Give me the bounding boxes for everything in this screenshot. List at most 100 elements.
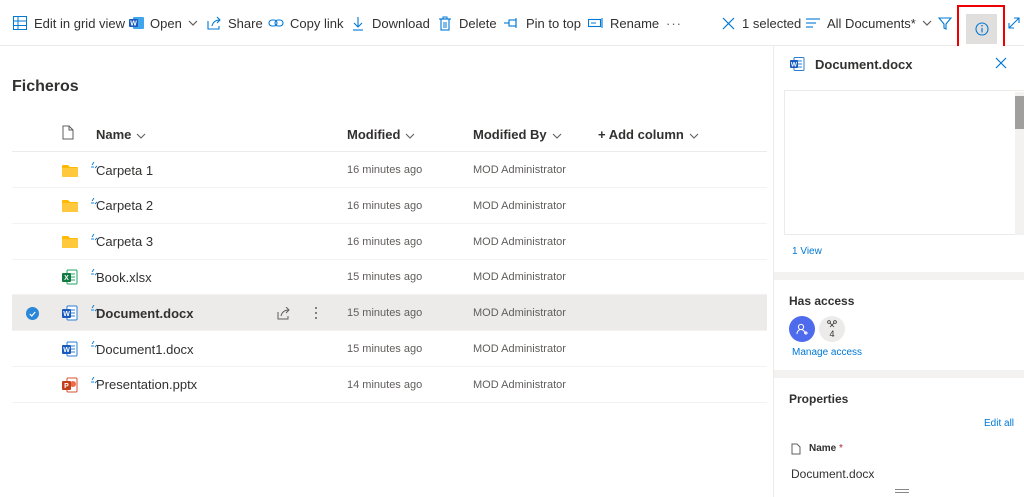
delete-button[interactable]: Delete [437,0,497,46]
table-row[interactable]: X Book.xlsx 15 minutes ago MOD Administrato… [12,259,767,296]
filter-button[interactable] [937,0,953,46]
file-name[interactable]: Document1.docx [96,331,194,367]
chevron-down-icon [552,127,562,142]
view-name: All Documents* [827,15,916,31]
share-icon [206,15,222,31]
edit-all-link[interactable]: Edit all [984,418,1014,429]
modified-by: MOD Administrator [473,235,566,248]
file-name[interactable]: Presentation.pptx [96,367,197,403]
link-icon [268,15,284,31]
table-row[interactable]: P Presentation.pptx 14 minutes ago MOD Admi… [12,367,767,403]
edit-in-grid-view-button[interactable]: Edit in grid view [12,0,125,46]
folder-icon [62,188,78,224]
expand-button[interactable] [1006,0,1022,46]
file-type-column-header[interactable] [62,116,74,152]
file-name[interactable]: Document.docx [96,295,194,331]
section-divider [774,272,1024,280]
open-button[interactable]: W Open [128,0,198,46]
properties-title: Properties [789,392,849,406]
shared-link-avatar[interactable]: 4 [819,316,845,342]
file-name[interactable]: Carpeta 3 [96,224,153,260]
copy-link-button[interactable]: Copy link [268,0,343,46]
name-property-value[interactable]: Document.docx [791,467,874,481]
close-icon [720,15,736,31]
required-mark: * [839,443,843,454]
more-options-button[interactable]: ··· [666,0,682,46]
chevron-down-icon [689,127,699,142]
document-icon [62,125,74,143]
selected-check-icon[interactable] [26,307,39,321]
view-list-icon [805,15,821,31]
modified-time: 15 minutes ago [347,271,423,284]
share-row-icon[interactable] [277,295,291,331]
modified-time: 15 minutes ago [347,307,423,320]
resize-handle[interactable] [895,489,909,493]
preview-scroll-thumb[interactable] [1015,96,1024,129]
share-button[interactable]: Share [206,0,263,46]
modified-time: 16 minutes ago [347,235,423,248]
modified-time: 15 minutes ago [347,343,423,355]
command-bar: Edit in grid view W Open Share Copy link… [0,0,1024,51]
details-pane: W Document.docx 1 View Has access 4 Mana… [773,46,1024,497]
pin-to-top-label: Pin to top [526,15,581,31]
modified-column-header[interactable]: Modified [347,116,415,152]
svg-text:P: P [64,383,69,390]
word-file-icon: W [790,57,805,76]
table-row[interactable]: Carpeta 3 16 minutes ago MOD Administrator [12,224,767,260]
chevron-down-icon [922,20,932,26]
views-link[interactable]: 1 View [792,246,822,257]
pin-to-top-button[interactable]: Pin to top [504,0,581,46]
table-row[interactable]: W Document1.docx 15 minutes ago MOD Adminis… [12,331,767,367]
file-name[interactable]: Book.xlsx [96,259,152,295]
word-app-icon: W [128,15,144,31]
svg-text:W: W [63,347,70,354]
powerpoint-file-icon: P [62,367,78,403]
shared-count: 4 [829,328,835,339]
excel-file-icon: X [62,259,78,295]
page-title: Ficheros [12,78,79,95]
rename-icon [588,15,604,31]
chevron-down-icon [136,127,146,142]
more-actions-icon[interactable] [314,295,318,331]
person-avatar[interactable] [789,316,815,342]
info-pane-button[interactable] [957,5,1005,51]
svg-text:W: W [63,311,70,318]
delete-label: Delete [459,15,497,31]
modified-by-column-label: Modified By [473,126,547,142]
name-property-label: Name * [809,443,843,454]
file-name[interactable]: Carpeta 1 [96,152,153,188]
list-header: Name Modified Modified By + Add column [12,116,767,152]
rename-button[interactable]: Rename [588,0,659,46]
table-row[interactable]: Carpeta 1 16 minutes ago MOD Administrator [12,152,767,188]
svg-text:W: W [130,21,137,28]
view-selector[interactable]: All Documents* [805,0,932,46]
selected-count: 1 selected [742,15,802,31]
expand-icon [1006,15,1022,31]
link-share-icon [827,319,837,330]
info-icon [966,14,997,44]
name-column-label: Name [96,126,132,142]
table-row[interactable]: W Document.docx 15 minutes ago MOD Administ… [12,295,767,332]
document-preview[interactable] [784,90,1024,235]
modified-by: MOD Administrator [473,343,566,355]
download-button[interactable]: Download [350,0,430,46]
word-file-icon: W [62,295,78,331]
open-label: Open [150,15,182,31]
name-column-header[interactable]: Name [96,116,146,152]
close-pane-icon[interactable] [995,56,1007,74]
clear-selection-button[interactable]: 1 selected [720,0,801,46]
modified-by-column-header[interactable]: Modified By [473,116,562,152]
copy-link-label: Copy link [290,15,344,31]
file-name[interactable]: Carpeta 2 [96,188,153,224]
modified-by: MOD Administrator [473,378,566,391]
name-property-text: Name [809,443,837,454]
download-icon [350,15,366,31]
svg-text:W: W [791,61,798,68]
chevron-down-icon [188,20,198,26]
edit-in-grid-view-label: Edit in grid view [34,15,126,31]
table-row[interactable]: Carpeta 2 16 minutes ago MOD Administrator [12,188,767,224]
modified-by: MOD Administrator [473,164,566,176]
manage-access-link[interactable]: Manage access [792,347,862,358]
modified-time: 14 minutes ago [347,378,423,391]
add-column-button[interactable]: + Add column [598,116,699,152]
